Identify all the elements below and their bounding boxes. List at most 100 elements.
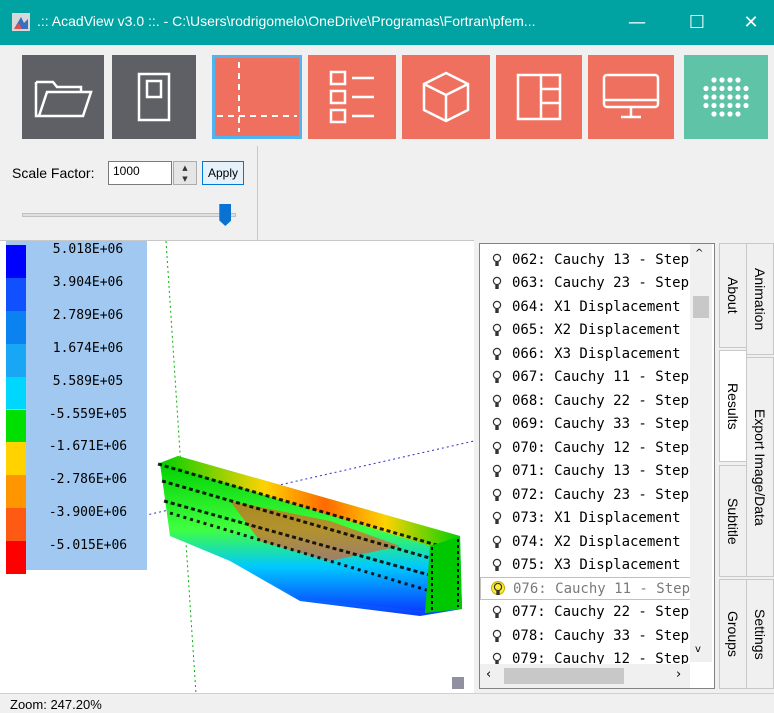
lightbulb-icon: [492, 488, 502, 501]
lightbulb-icon: [492, 276, 502, 289]
scale-spinner[interactable]: ▲ ▼: [173, 161, 197, 185]
list-item[interactable]: 071: Cauchy 13 - Step 8: [480, 460, 695, 483]
lightbulb-icon: [492, 323, 502, 336]
folder-icon: [34, 80, 93, 118]
list-item[interactable]: 064: X1 Displacement -: [480, 295, 695, 318]
scroll-right-icon[interactable]: ›: [676, 667, 681, 682]
list-item[interactable]: 066: X3 Displacement -: [480, 342, 695, 365]
spin-down-icon[interactable]: ▼: [174, 173, 196, 184]
list-item-label: 072: Cauchy 23 - Step 8: [512, 486, 695, 503]
door-icon: [137, 72, 171, 122]
list-item[interactable]: 067: Cauchy 11 - Step 8: [480, 366, 695, 389]
open-folder-button[interactable]: [22, 55, 104, 139]
list-item-label: 063: Cauchy 23 - Step 7: [512, 275, 695, 291]
lightbulb-icon: [492, 464, 502, 477]
list-item[interactable]: 072: Cauchy 23 - Step 8: [480, 483, 695, 506]
tab-animation[interactable]: Animation: [746, 243, 774, 355]
results-list[interactable]: 062: Cauchy 13 - Step 7 063: Cauchy 23 - …: [479, 243, 715, 689]
horizontal-scrollbar[interactable]: ‹ ›: [480, 664, 690, 688]
tab-subtitle[interactable]: Subtitle: [719, 465, 747, 577]
legend-swatch: [6, 409, 26, 443]
legend-label: -5.559E+05: [48, 406, 128, 422]
scale-slider[interactable]: [22, 213, 236, 217]
list-item[interactable]: 062: Cauchy 13 - Step 7: [480, 248, 695, 271]
scale-factor-input[interactable]: 1000: [108, 161, 172, 185]
lightbulb-icon: [492, 417, 502, 430]
legend-label: 1.674E+06: [52, 340, 124, 356]
legend-label: -3.900E+06: [48, 505, 128, 521]
list-item[interactable]: 070: Cauchy 12 - Step 8: [480, 436, 695, 459]
legend-label: 3.904E+06: [52, 274, 124, 290]
list-item[interactable]: 069: Cauchy 33 - Step 8: [480, 413, 695, 436]
cube-button[interactable]: [402, 55, 490, 139]
list-item[interactable]: 074: X2 Displacement -: [480, 530, 695, 553]
list-item-label: 064: X1 Displacement -: [512, 298, 695, 315]
list-item-label: 076: Cauchy 11 - Step 9: [513, 580, 695, 597]
axes-button[interactable]: [212, 55, 302, 139]
list-item[interactable]: 073: X1 Displacement -: [480, 507, 695, 530]
legend-swatch: [6, 376, 26, 410]
legend-label: 2.789E+06: [52, 307, 124, 323]
spin-up-icon[interactable]: ▲: [174, 162, 196, 173]
document-button[interactable]: [112, 55, 196, 139]
list-item-label: 070: Cauchy 12 - Step 8: [512, 439, 695, 456]
tab-settings[interactable]: Settings: [746, 579, 774, 689]
lightbulb-icon: [492, 394, 502, 407]
list-item[interactable]: 065: X2 Displacement -: [480, 319, 695, 342]
list-item[interactable]: 078: Cauchy 33 - Step 9: [480, 624, 695, 647]
legend-swatch: [6, 277, 26, 311]
orientation-icon: [452, 677, 464, 689]
legend-label: 5.589E+05: [52, 373, 124, 389]
list-item-label: 077: Cauchy 22 - Step 9: [512, 604, 695, 620]
vertical-scrollbar[interactable]: ^ v: [690, 244, 712, 662]
list-item-label: 066: X3 Displacement -: [512, 345, 695, 362]
list-item[interactable]: 076: Cauchy 11 - Step 9: [480, 577, 695, 600]
tab-about[interactable]: About: [719, 243, 747, 348]
legend-swatch: [6, 508, 26, 542]
window-title: .:: AcadView v3.0 ::. - C:\Users\rodrigo…: [37, 13, 536, 29]
scale-factor-label: Scale Factor:: [12, 165, 95, 181]
scroll-left-icon[interactable]: ‹: [486, 667, 491, 682]
dots-grid-icon: [703, 77, 749, 117]
legend-label: -2.786E+06: [48, 472, 128, 488]
lightbulb-icon: [492, 441, 502, 454]
scroll-up-icon[interactable]: ^: [695, 248, 703, 259]
legend-label: -1.671E+06: [48, 439, 128, 455]
horizontal-scroll-thumb[interactable]: [504, 668, 624, 684]
apply-button[interactable]: Apply: [202, 161, 244, 185]
close-button[interactable]: ✕: [728, 0, 774, 45]
status-bar: Zoom: 247.20%: [0, 693, 774, 713]
list-item-label: 062: Cauchy 13 - Step 7: [512, 251, 695, 268]
list-item-label: 068: Cauchy 22 - Step 8: [512, 392, 695, 409]
list-item[interactable]: 077: Cauchy 22 - Step 9: [480, 601, 695, 624]
color-legend: 5.018E+06 3.904E+06 2.789E+06 1.674E+06 5.58…: [6, 241, 147, 574]
cube-icon: [422, 71, 470, 123]
legend-label: -5.015E+06: [48, 538, 128, 554]
tab-results[interactable]: Results: [719, 350, 747, 462]
list-item[interactable]: 068: Cauchy 22 - Step 8: [480, 389, 695, 412]
layout-button[interactable]: [496, 55, 582, 139]
list-item-label: 075: X3 Displacement -: [512, 557, 695, 573]
list-item-label: 074: X2 Displacement -: [512, 533, 695, 550]
legend-swatch: [6, 343, 26, 377]
lightbulb-icon: [492, 558, 502, 571]
legend-swatch: [6, 541, 26, 574]
list-item-label: 078: Cauchy 33 - Step 9: [512, 627, 695, 644]
list-button[interactable]: [308, 55, 396, 139]
scroll-down-icon[interactable]: v: [695, 644, 701, 655]
dots-grid-button[interactable]: [684, 55, 768, 139]
monitor-button[interactable]: [588, 55, 674, 139]
list-item[interactable]: 063: Cauchy 23 - Step 7: [480, 272, 695, 295]
monitor-icon: [602, 73, 660, 119]
lightbulb-icon: [492, 253, 502, 266]
maximize-button[interactable]: ☐: [674, 0, 720, 45]
lightbulb-icon: [492, 370, 502, 383]
legend-swatch: [6, 245, 26, 278]
vertical-scroll-thumb[interactable]: [693, 296, 709, 318]
legend-swatch: [6, 475, 26, 509]
tab-groups[interactable]: Groups: [719, 579, 747, 689]
minimize-button[interactable]: —: [614, 0, 660, 45]
lightbulb-icon: [492, 629, 502, 642]
tab-export-image-data[interactable]: Export Image/Data: [746, 357, 774, 577]
list-item[interactable]: 075: X3 Displacement -: [480, 554, 695, 577]
